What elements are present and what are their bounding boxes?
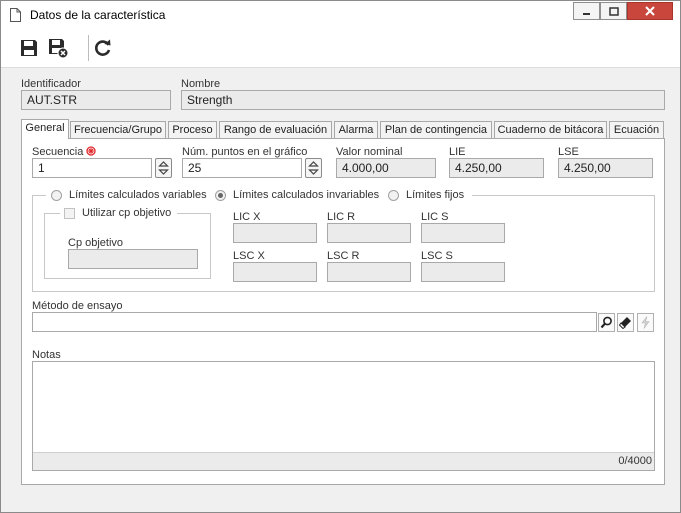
search-icon — [600, 316, 612, 329]
lse-field[interactable]: 4.250,00 — [558, 158, 653, 178]
notes-text — [33, 362, 654, 368]
lsc-s-field[interactable] — [421, 262, 505, 282]
radio-variable-limits[interactable] — [51, 190, 62, 201]
notes-textarea[interactable]: 0/4000 — [32, 361, 655, 471]
toolbar — [1, 29, 680, 68]
radio-fixed-limits-label: Límites fijos — [406, 189, 465, 201]
lsc-r-label: LSC R — [327, 250, 360, 262]
dialog-window: Datos de la característica Identificador… — [0, 0, 681, 513]
method-label: Método de ensayo — [32, 300, 123, 312]
maximize-icon — [608, 6, 619, 16]
use-cp-checkbox[interactable] — [64, 208, 75, 219]
radio-variable-limits-label: Límites calculados variables — [69, 189, 207, 201]
tab-rango-evaluacion[interactable]: Rango de evaluación — [219, 121, 332, 138]
save-and-close-icon — [49, 39, 69, 59]
sequence-label-text: Secuencia — [32, 146, 84, 158]
lic-r-field[interactable] — [327, 223, 411, 243]
notes-counter-bar: 0/4000 — [33, 452, 654, 470]
lsc-r-field[interactable] — [327, 262, 411, 282]
save-button[interactable] — [16, 35, 42, 61]
document-icon — [10, 8, 21, 22]
window-title: Datos de la característica — [30, 8, 166, 22]
refresh-icon — [95, 39, 111, 56]
tab-proceso[interactable]: Proceso — [168, 121, 217, 138]
cp-field[interactable] — [68, 249, 198, 269]
sequence-spinner[interactable] — [155, 158, 172, 178]
lsc-x-label: LSC X — [233, 250, 265, 262]
lic-x-field[interactable] — [233, 223, 317, 243]
tab-plan-contingencia[interactable]: Plan de contingencia — [380, 121, 492, 138]
method-search-button[interactable] — [598, 313, 615, 332]
tab-cuaderno-bitacora[interactable]: Cuaderno de bitácora — [494, 121, 607, 138]
sequence-label: Secuencia — [32, 146, 97, 158]
lie-label: LIE — [449, 146, 466, 158]
lie-field[interactable]: 4.250,00 — [449, 158, 544, 178]
refresh-button[interactable] — [90, 35, 116, 61]
nominal-field[interactable]: 4.000,00 — [336, 158, 436, 178]
maximize-button[interactable] — [600, 2, 627, 20]
radio-invariable-limits-label: Límites calculados invariables — [233, 189, 380, 201]
radio-fixed-limits[interactable] — [388, 190, 399, 201]
minimize-button[interactable] — [573, 2, 600, 20]
cp-label: Cp objetivo — [68, 237, 124, 249]
identifier-field[interactable]: AUT.STR — [21, 90, 171, 110]
nominal-label: Valor nominal — [336, 146, 403, 158]
lse-label: LSE — [558, 146, 579, 158]
minimize-icon — [583, 12, 590, 15]
notes-label: Notas — [32, 349, 61, 361]
points-spinner[interactable] — [305, 158, 322, 178]
title-bar: Datos de la característica — [1, 1, 680, 29]
points-input[interactable]: 25 — [182, 158, 302, 178]
spinner-arrows-icon — [158, 161, 169, 175]
lightning-icon — [641, 316, 650, 329]
identifier-label: Identificador — [21, 78, 81, 90]
save-icon — [21, 40, 37, 56]
notes-counter: 0/4000 — [618, 455, 652, 467]
use-cp-label: Utilizar cp objetivo — [82, 207, 172, 219]
method-input[interactable] — [32, 312, 597, 332]
toolbar-separator — [88, 35, 89, 61]
eraser-icon — [619, 317, 631, 329]
lic-s-label: LIC S — [421, 211, 449, 223]
tab-alarma[interactable]: Alarma — [334, 121, 378, 138]
save-and-close-button[interactable] — [45, 35, 71, 61]
name-field[interactable]: Strength — [181, 90, 665, 110]
close-icon — [645, 6, 655, 16]
required-icon — [86, 146, 97, 156]
close-button[interactable] — [627, 2, 673, 20]
lic-s-field[interactable] — [421, 223, 505, 243]
tab-ecuacion[interactable]: Ecuación — [609, 121, 664, 138]
spinner-arrows-icon — [308, 161, 319, 175]
tab-general[interactable]: General — [21, 119, 69, 139]
method-action-button[interactable] — [637, 313, 654, 332]
tab-frecuencia-grupo[interactable]: Frecuencia/Grupo — [70, 121, 166, 138]
lic-r-label: LIC R — [327, 211, 356, 223]
method-clear-button[interactable] — [617, 313, 634, 332]
radio-invariable-limits[interactable] — [215, 190, 226, 201]
lic-x-label: LIC X — [233, 211, 261, 223]
name-label: Nombre — [181, 78, 221, 90]
lsc-s-label: LSC S — [421, 250, 453, 262]
sequence-input[interactable]: 1 — [32, 158, 152, 178]
lsc-x-field[interactable] — [233, 262, 317, 282]
points-label: Núm. puntos en el gráfico — [182, 146, 308, 158]
